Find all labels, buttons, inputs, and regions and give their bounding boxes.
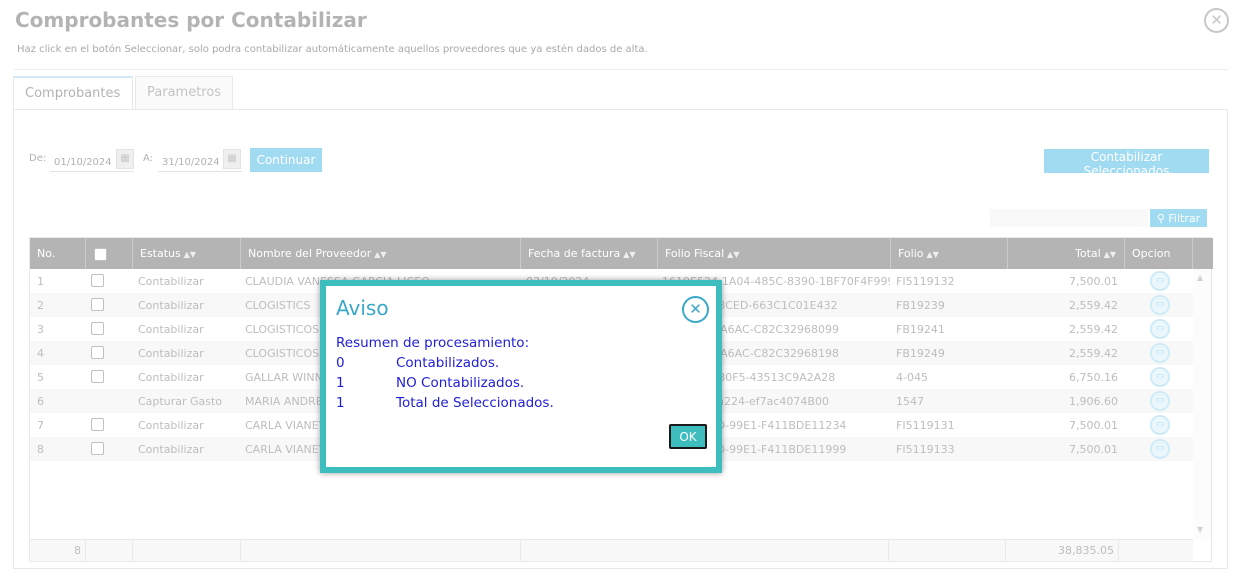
summary-count: 1 bbox=[336, 395, 345, 411]
summary-label: Total de Seleccionados. bbox=[396, 395, 554, 411]
summary-label: NO Contabilizados. bbox=[396, 375, 525, 391]
close-icon[interactable]: ✕ bbox=[682, 296, 709, 323]
dialog-title: Aviso bbox=[336, 296, 389, 320]
summary-label: Contabilizados. bbox=[396, 355, 500, 371]
summary-count: 1 bbox=[336, 375, 345, 391]
aviso-dialog: Aviso ✕ Resumen de procesamiento: 0 Cont… bbox=[320, 280, 722, 473]
summary-count: 0 bbox=[336, 355, 345, 371]
ok-button[interactable]: OK bbox=[669, 424, 707, 449]
summary-heading: Resumen de procesamiento: bbox=[336, 335, 530, 351]
